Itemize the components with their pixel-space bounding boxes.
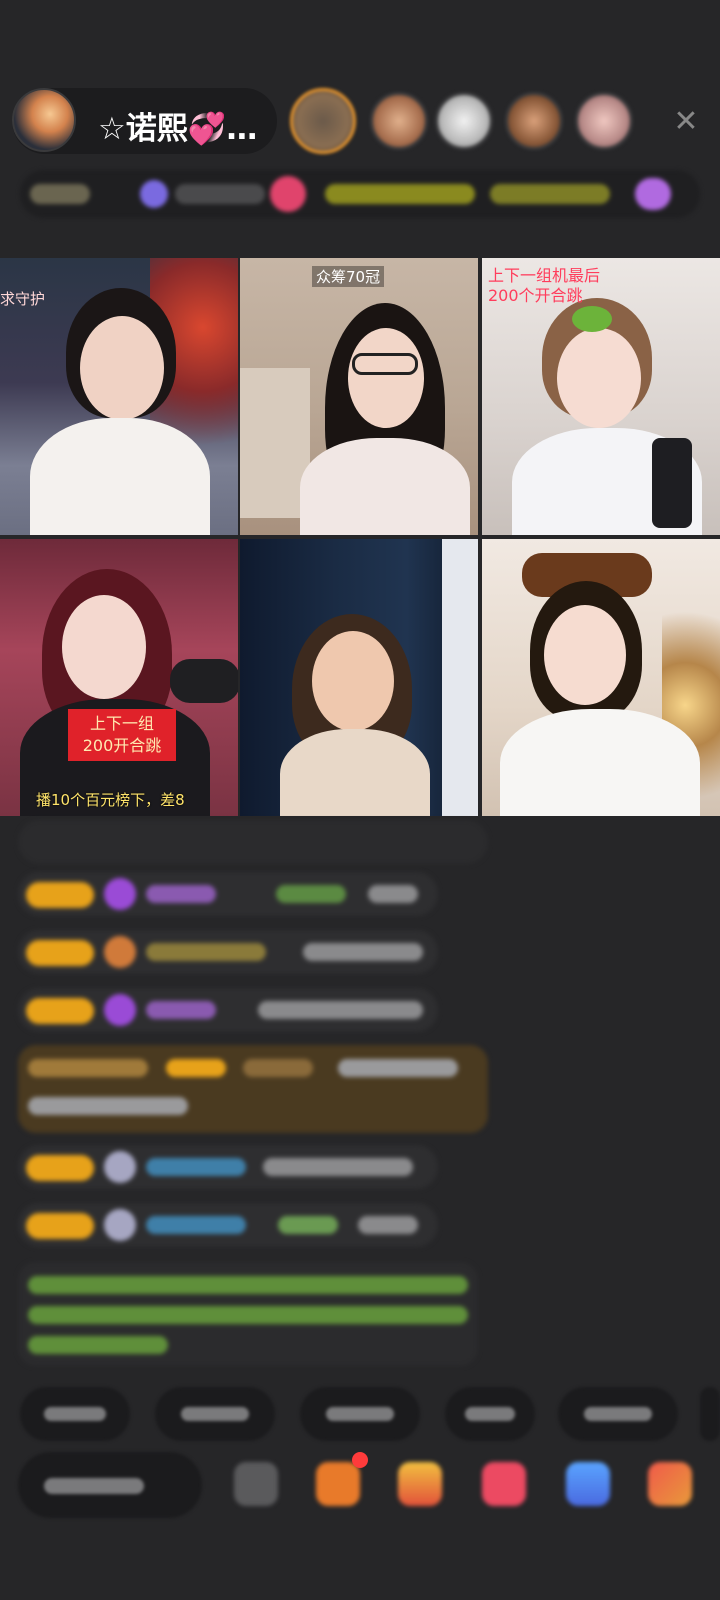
top-viewer-avatar-1[interactable] [290,88,356,154]
more-apps-icon[interactable] [234,1462,278,1506]
video-tile-4[interactable]: 上下一组 200开合跳 播10个百元榜下，差8 [0,539,238,816]
microphone [652,438,692,528]
quick-reply-button-5[interactable] [558,1387,678,1441]
video-tile-5[interactable] [240,539,478,816]
chat-message [18,872,438,916]
quick-reply-button-1[interactable] [20,1387,130,1441]
top-viewer-avatar-3[interactable] [435,92,493,150]
quick-reply-button-3[interactable] [300,1387,420,1441]
top-viewer-avatar-4[interactable] [505,92,563,150]
chat-message [18,930,438,974]
heart-gift-icon[interactable] [482,1462,526,1506]
chat-message [18,820,488,864]
video-grid: 求守护 众筹70冠 上下一组机最后 200个开合跳 上下一组 200开合跳 播1… [0,258,720,816]
turtle-headpiece [572,306,612,332]
chat-message [18,1203,438,1247]
tile-3-caption: 上下一组机最后 200个开合跳 [488,266,601,305]
video-tile-6[interactable] [482,539,720,816]
close-icon[interactable]: ✕ [670,106,702,138]
glasses [352,353,418,375]
game-icon[interactable] [566,1462,610,1506]
tile-2-caption: 众筹70冠 [312,266,385,287]
gift-box-icon[interactable] [316,1462,360,1506]
video-tile-3[interactable]: 上下一组机最后 200个开合跳 [482,258,720,535]
quick-reply-button-6[interactable] [700,1387,720,1441]
chat-message-highlight [18,1045,488,1133]
tile-1-caption: 求守护 [0,290,46,308]
gift-icon[interactable] [648,1462,692,1506]
notification-dot [352,1452,368,1468]
tile-4-bottom-text: 播10个百元榜下，差8 [36,791,185,809]
top-viewer-avatar-5[interactable] [575,92,633,150]
quick-reply-button-2[interactable] [155,1387,275,1441]
top-viewer-avatar-2[interactable] [370,92,428,150]
host-name[interactable]: ☆诺熙💞… [98,103,257,148]
chat-message [18,988,438,1032]
room-info-bar[interactable] [20,170,700,218]
tile-4-box-text: 上下一组 200开合跳 [68,709,176,761]
host-avatar[interactable] [12,88,76,152]
treasure-icon[interactable] [398,1462,442,1506]
quick-reply-button-4[interactable] [445,1387,535,1441]
chat-input-button[interactable] [18,1452,202,1518]
video-tile-2[interactable]: 众筹70冠 [240,258,478,535]
microphone [170,659,238,703]
system-notice [18,1262,478,1366]
chat-message [18,1145,438,1189]
video-tile-1[interactable]: 求守护 [0,258,238,535]
